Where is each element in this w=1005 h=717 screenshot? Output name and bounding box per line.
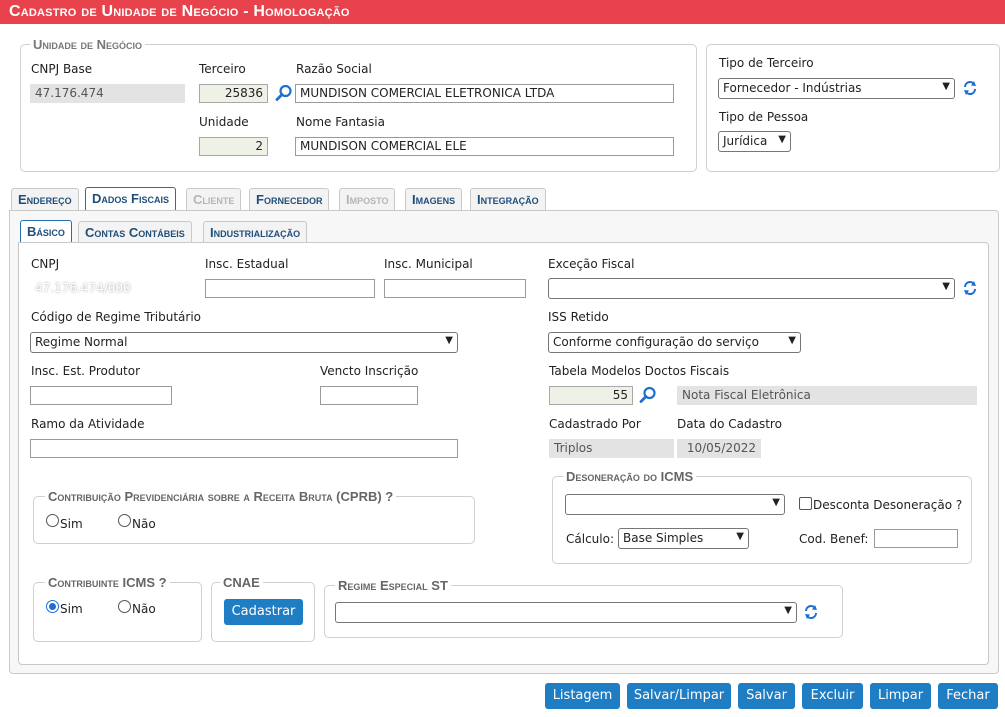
cadastrado-por-field: Triplos [549, 439, 674, 458]
calculo-select[interactable]: Base Simples ▼ [618, 528, 749, 549]
icms-sim-radio[interactable] [46, 600, 59, 613]
cnpj-field[interactable]: 47.176.474/000 [30, 279, 196, 298]
desoneracao-select[interactable]: ▼ [565, 494, 785, 515]
fechar-button[interactable]: Fechar [938, 683, 998, 709]
calculo-label: Cálculo: [566, 532, 614, 546]
tipo-pessoa-label: Tipo de Pessoa [719, 110, 809, 124]
razao-social-field[interactable]: MUNDISON COMERCIAL ELETRONICA LTDA [295, 84, 674, 103]
insc-municipal-label: Insc. Municipal [384, 257, 473, 271]
tab-endereco[interactable]: Endereço [11, 188, 79, 210]
insc-estadual-label: Insc. Estadual [205, 257, 289, 271]
terceiro-field[interactable]: 25836 [199, 84, 268, 103]
calculo-value: Base Simples [623, 531, 704, 545]
chevron-down-icon: ▼ [736, 531, 744, 542]
cnpj-base-label: CNPJ Base [31, 62, 93, 76]
icms-nao-label: Não [132, 602, 156, 616]
cprb-nao-radio[interactable] [118, 514, 131, 527]
razao-social-label: Razão Social [296, 62, 372, 76]
modelos-desc-field: Nota Fiscal Eletrônica [677, 386, 977, 405]
insc-produtor-label: Insc. Est. Produtor [31, 364, 141, 378]
refresh-icon[interactable] [962, 80, 978, 96]
search-modelos-icon[interactable] [639, 386, 657, 404]
desoneracao-legend: Desoneração do ICMS [563, 469, 697, 484]
cod-benef-field[interactable] [874, 529, 958, 548]
regime-tributario-label: Código de Regime Tributário [31, 310, 202, 324]
cnpj-label: CNPJ [31, 257, 60, 271]
tipo-pessoa-select[interactable]: Jurídica ▼ [718, 131, 791, 152]
vencto-inscricao-field[interactable] [320, 386, 418, 405]
salvar-button[interactable]: Salvar [738, 683, 795, 709]
chevron-down-icon: ▼ [778, 134, 786, 145]
chevron-down-icon: ▼ [942, 81, 950, 92]
unidade-negocio-legend: Unidade de Negócio [30, 37, 146, 52]
nome-fantasia-label: Nome Fantasia [296, 115, 385, 129]
listagem-button[interactable]: Listagem [545, 683, 620, 709]
tab-dados-fiscais[interactable]: Dados Fiscais [85, 187, 176, 210]
tipo-terceiro-select[interactable]: Fornecedor - Indústrias ▼ [718, 78, 955, 99]
icms-fieldset [33, 582, 202, 642]
tabela-modelos-label: Tabela Modelos Doctos Fiscais [549, 364, 730, 378]
tab-imposto: Imposto [339, 188, 396, 210]
cprb-legend: Contribuição Previdenciária sobre a Rece… [45, 489, 397, 504]
insc-municipal-field[interactable] [384, 279, 526, 298]
cprb-nao-label: Não [132, 517, 156, 531]
subtab-contas-contabeis[interactable]: Contas Contábeis [78, 221, 192, 243]
tipo-terceiro-label: Tipo de Terceiro [719, 56, 814, 70]
tab-fornecedor[interactable]: Fornecedor [249, 188, 330, 210]
terceiro-label: Terceiro [199, 62, 246, 76]
regime-st-legend: Regime Especial ST [335, 578, 451, 593]
tab-cliente: Cliente [186, 188, 242, 210]
tipo-terceiro-value: Fornecedor - Indústrias [723, 81, 862, 95]
desconta-desoneracao-checkbox[interactable] [799, 497, 812, 510]
chevron-down-icon: ▼ [445, 335, 453, 346]
cprb-sim-radio[interactable] [46, 514, 59, 527]
cadastrado-por-label: Cadastrado Por [549, 417, 641, 431]
nome-fantasia-field[interactable]: MUNDISON COMERCIAL ELE [295, 137, 674, 156]
window-title: Cadastro de Unidade de Negócio - Homolog… [0, 0, 1005, 24]
vencto-inscricao-label: Vencto Inscrição [320, 364, 419, 378]
limpar-button[interactable]: Limpar [870, 683, 931, 709]
excluir-button[interactable]: Excluir [802, 683, 863, 709]
chevron-down-icon: ▼ [788, 335, 796, 346]
icms-sim-label: Sim [60, 602, 83, 616]
refresh-icon[interactable] [803, 604, 819, 620]
regime-st-select[interactable]: ▼ [335, 602, 797, 623]
modelos-code-field[interactable]: 55 [549, 386, 633, 405]
regime-tributario-value: Regime Normal [35, 335, 128, 349]
cnpj-base-field: 47.176.474 [30, 84, 185, 103]
tab-imagens[interactable]: Imagens [405, 188, 463, 210]
excecao-fiscal-label: Exceção Fiscal [548, 257, 635, 271]
ramo-atividade-label: Ramo da Atividade [31, 417, 145, 431]
insc-estadual-field[interactable] [205, 279, 375, 298]
unidade-field[interactable]: 2 [199, 137, 268, 156]
cprb-sim-label: Sim [60, 517, 83, 531]
regime-tributario-select[interactable]: Regime Normal ▼ [30, 332, 458, 353]
iss-retido-label: ISS Retido [548, 310, 609, 324]
unidade-label: Unidade [199, 115, 249, 129]
cod-benef-label: Cod. Benef: [799, 532, 869, 546]
cnae-legend: CNAE [220, 575, 263, 590]
excecao-fiscal-select[interactable]: ▼ [548, 278, 955, 299]
iss-retido-select[interactable]: Conforme configuração do serviço ▼ [548, 332, 801, 353]
icms-nao-radio[interactable] [118, 600, 131, 613]
ramo-atividade-field[interactable] [30, 439, 458, 458]
refresh-icon[interactable] [962, 280, 978, 296]
tab-integracao[interactable]: Integração [470, 188, 546, 210]
chevron-down-icon: ▼ [784, 605, 792, 616]
tipo-pessoa-value: Jurídica [723, 134, 768, 148]
iss-retido-value: Conforme configuração do serviço [553, 335, 759, 349]
data-cadastro-field: 10/05/2022 [677, 439, 761, 458]
data-cadastro-label: Data do Cadastro [677, 417, 782, 431]
cnae-cadastrar-button[interactable]: Cadastrar [224, 599, 303, 625]
insc-produtor-field[interactable] [30, 386, 172, 405]
desconta-desoneracao-label: Desconta Desoneração ? [813, 498, 963, 512]
desoneracao-fieldset [552, 476, 972, 564]
salvar-limpar-button[interactable]: Salvar/Limpar [627, 683, 731, 709]
search-terceiro-icon[interactable] [275, 84, 293, 102]
subtab-industrializacao[interactable]: Industrialização [203, 221, 308, 243]
subtab-basico[interactable]: Básico [20, 220, 72, 243]
chevron-down-icon: ▼ [942, 281, 950, 292]
chevron-down-icon: ▼ [772, 497, 780, 508]
icms-legend: Contribuinte ICMS ? [45, 575, 170, 590]
